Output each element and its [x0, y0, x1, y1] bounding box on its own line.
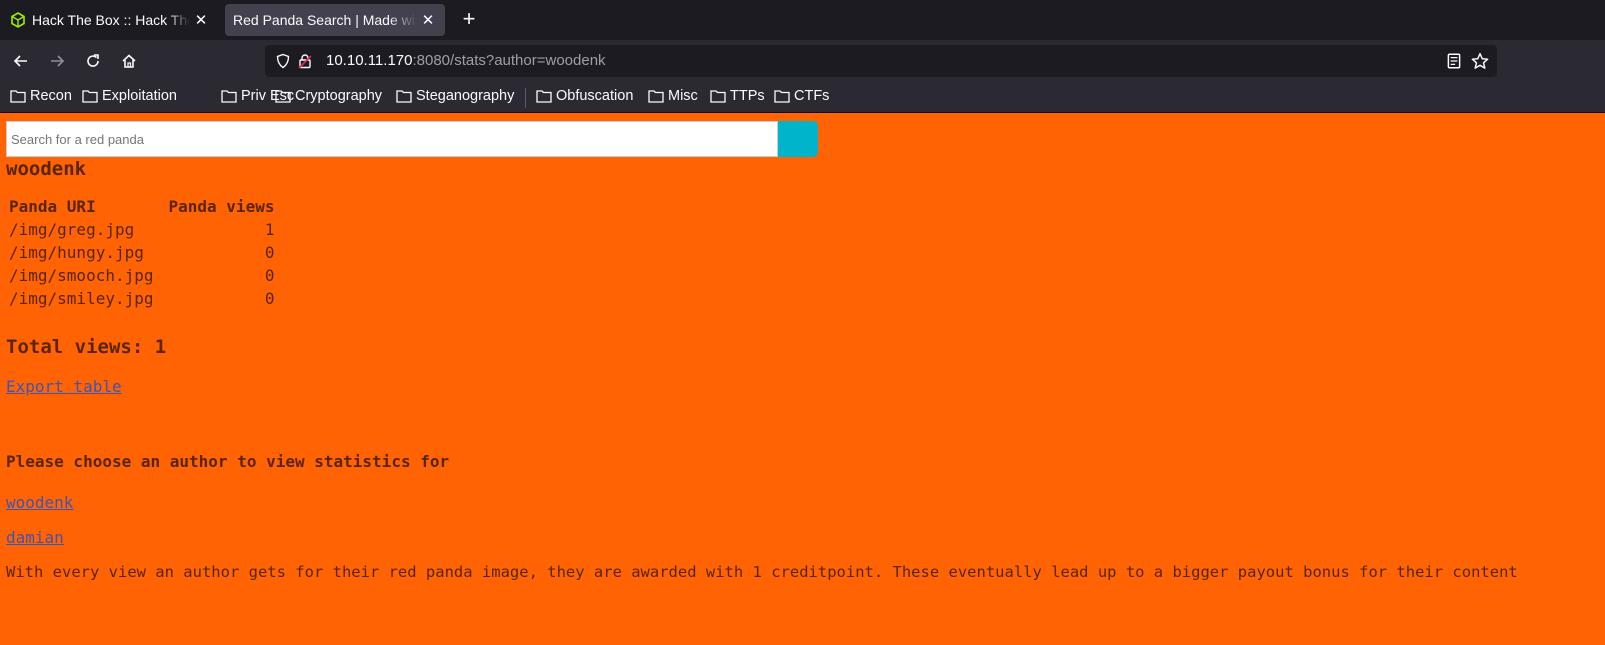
folder-icon [648, 90, 664, 103]
home-icon[interactable] [118, 50, 140, 72]
panda-uri-cell: /img/smiley.jpg [9, 289, 154, 308]
column-header-uri: Panda URI [9, 196, 96, 216]
search-button[interactable] [778, 121, 818, 157]
bookmark-label: CTFs [794, 88, 830, 104]
page-content: woodenk Panda URI Panda views /img/greg.… [0, 113, 1605, 645]
search-form [6, 121, 818, 157]
url-host: 10.10.11.170 [326, 52, 413, 69]
bookmark-label: Exploitation [102, 88, 177, 104]
total-views: Total views: 1 [6, 336, 167, 358]
tab-bar: Hack The Box :: Hack The Box ✕ Red Panda… [0, 0, 1605, 40]
bookmark-label: Obfuscation [556, 88, 634, 104]
url-text[interactable]: 10.10.11.170:8080/stats?author=woodenk [326, 52, 606, 69]
author-link-woodenk[interactable]: woodenk [6, 493, 73, 512]
table-row: /img/greg.jpg 1 [6, 218, 277, 241]
panda-views-cell: 0 [264, 289, 275, 308]
bookmark-folder-exploitation[interactable]: Exploitation [82, 88, 177, 104]
bookmark-label: Steganography [416, 88, 515, 104]
close-tab-icon[interactable]: ✕ [190, 11, 212, 29]
bookmark-star-icon[interactable] [1471, 52, 1489, 70]
bookmark-label: TTPs [730, 88, 765, 104]
folder-icon [396, 90, 412, 103]
close-tab-icon[interactable]: ✕ [417, 11, 439, 29]
bookmark-folder-steganography[interactable]: Steganography [396, 88, 514, 104]
forward-arrow-icon[interactable] [46, 50, 68, 72]
address-bar[interactable]: 10.10.11.170:8080/stats?author=woodenk [265, 45, 1497, 77]
folder-icon [774, 90, 790, 103]
reader-view-icon[interactable] [1445, 52, 1463, 70]
folder-icon [710, 90, 726, 103]
panda-stats-table: Panda URI Panda views /img/greg.jpg 1 /i… [6, 194, 277, 310]
bookmark-label: Cryptography [295, 88, 383, 104]
new-tab-icon[interactable]: + [457, 8, 481, 32]
panda-uri-cell: /img/greg.jpg [9, 220, 135, 239]
insecure-lock-icon[interactable] [297, 53, 313, 69]
back-arrow-icon[interactable] [10, 50, 32, 72]
tab-title: Hack The Box :: Hack The Box [32, 12, 190, 28]
panda-uri-cell: /img/hungy.jpg [9, 243, 144, 262]
export-table-link[interactable]: Export table [6, 377, 122, 396]
folder-icon [10, 90, 26, 103]
bookmarks-toolbar: Recon Exploitation Priv Esc Cryptography… [0, 82, 1605, 113]
column-header-views: Panda views [168, 196, 275, 216]
url-path: :8080/stats?author=woodenk [412, 52, 606, 69]
table-row: /img/hungy.jpg 0 [6, 241, 277, 264]
bookmark-folder-ctfs[interactable]: CTFs [774, 88, 829, 104]
bookmark-folder-cryptography[interactable]: Cryptography [275, 88, 382, 104]
htb-cube-icon [11, 12, 25, 28]
bookmark-folder-recon[interactable]: Recon [10, 88, 72, 104]
folder-icon [536, 90, 552, 103]
bookmark-label: Misc [668, 88, 698, 104]
tab-hack-the-box[interactable]: Hack The Box :: Hack The Box ✕ [2, 4, 218, 36]
table-row: /img/smooch.jpg 0 [6, 264, 277, 287]
credit-info-text: With every view an author gets for their… [6, 563, 1518, 581]
panda-views-cell: 1 [264, 220, 275, 239]
bookmark-folder-obfuscation[interactable]: Obfuscation [536, 88, 633, 104]
shield-icon[interactable] [275, 53, 291, 69]
choose-author-heading: Please choose an author to view statisti… [6, 452, 450, 471]
bookmark-separator [525, 88, 526, 108]
panda-views-cell: 0 [264, 266, 275, 285]
reload-icon[interactable] [82, 50, 104, 72]
navigation-toolbar: 10.10.11.170:8080/stats?author=woodenk [0, 40, 1605, 82]
folder-icon [221, 90, 237, 103]
bookmark-folder-misc[interactable]: Misc [648, 88, 698, 104]
table-header-row: Panda URI Panda views [6, 194, 277, 218]
bookmark-label: Recon [30, 88, 72, 104]
author-link-damian[interactable]: damian [6, 528, 64, 547]
search-input[interactable] [6, 121, 778, 157]
panda-views-cell: 0 [264, 243, 275, 262]
tab-red-panda-search[interactable]: Red Panda Search | Made with Spring Boot… [225, 4, 445, 36]
panda-uri-cell: /img/smooch.jpg [9, 266, 154, 285]
table-row: /img/smiley.jpg 0 [6, 287, 277, 310]
tab-title: Red Panda Search | Made with Spring Boot [233, 12, 417, 28]
folder-icon [275, 90, 291, 103]
bookmark-folder-ttps[interactable]: TTPs [710, 88, 765, 104]
folder-icon [82, 90, 98, 103]
author-heading: woodenk [6, 158, 87, 180]
